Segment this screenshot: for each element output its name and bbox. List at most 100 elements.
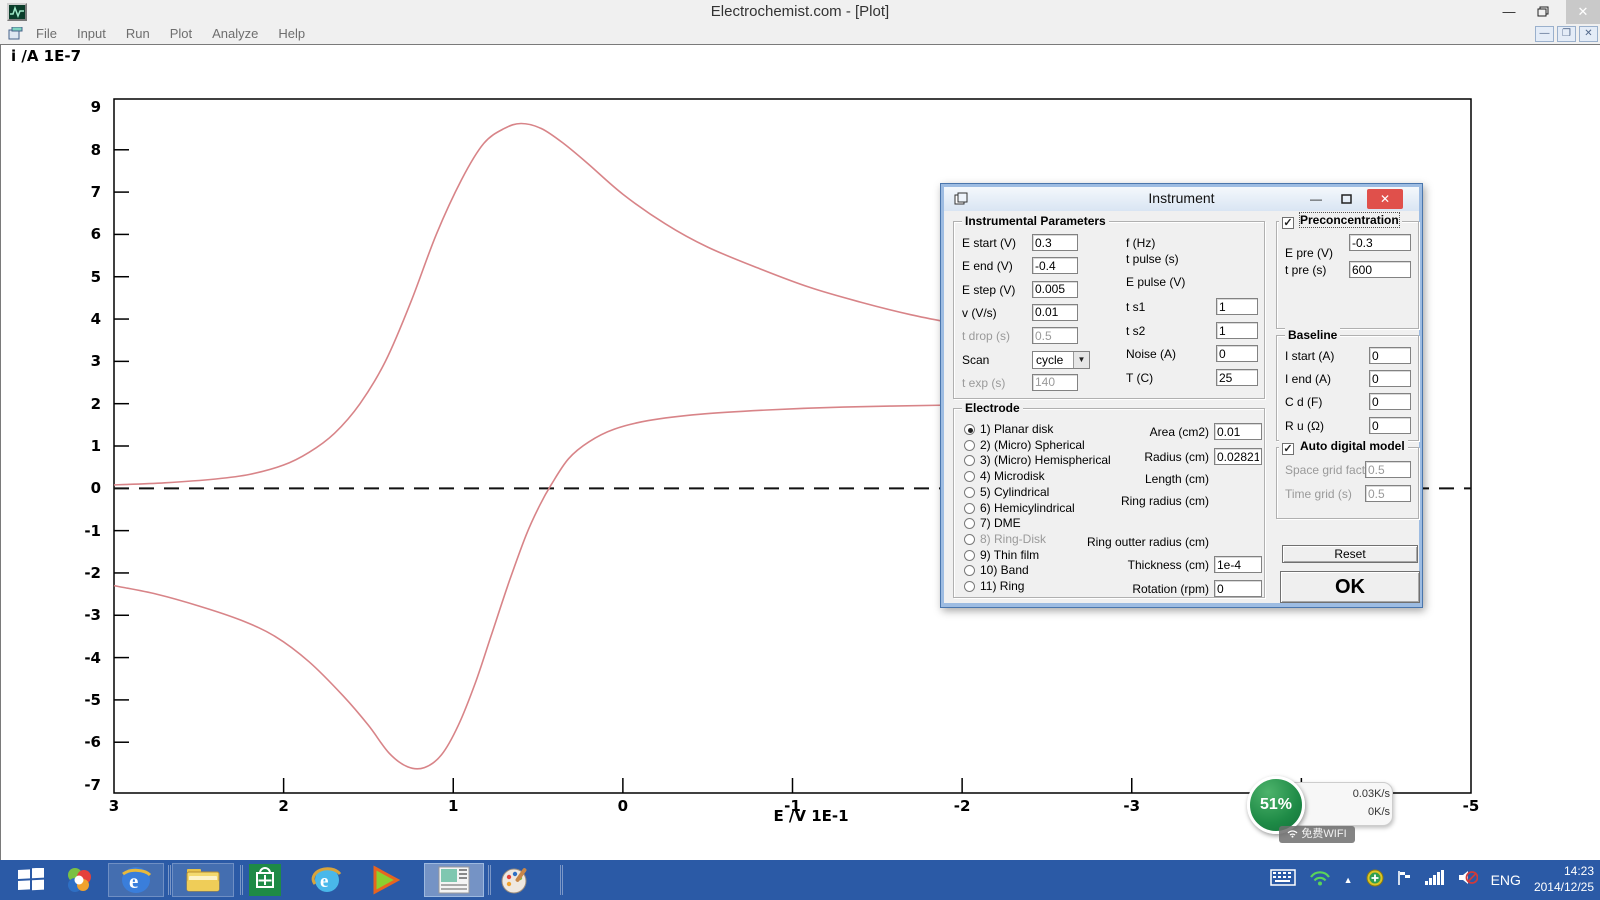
free-wifi-badge[interactable]: 免费WIFI <box>1279 826 1355 843</box>
taskbar-ie-gold-icon[interactable]: e <box>108 863 164 897</box>
preconcentration-checkbox[interactable]: ✓ <box>1282 217 1294 229</box>
electrode-field[interactable] <box>1214 423 1262 440</box>
scan-mode-select[interactable]: cycle▼ <box>1032 351 1090 369</box>
dialog-titlebar[interactable]: Instrument — ✕ <box>944 187 1419 211</box>
param-field[interactable] <box>1032 281 1078 298</box>
electrode-option-label: 8) Ring-Disk <box>980 532 1046 546</box>
show-hidden-icons-chevron[interactable]: ▲ <box>1344 875 1353 885</box>
electrode-option[interactable]: 8) Ring-Disk <box>964 532 1046 546</box>
param-field[interactable] <box>1032 304 1078 321</box>
taskbar-windows-store-icon[interactable] <box>244 863 286 897</box>
electrode-option[interactable]: 6) Hemicylindrical <box>964 501 1075 515</box>
menu-help[interactable]: Help <box>268 24 315 43</box>
auto-digital-checkbox[interactable]: ✓ <box>1282 443 1294 455</box>
electrode-option[interactable]: 1) Planar disk <box>964 422 1053 436</box>
menu-input[interactable]: Input <box>67 24 116 43</box>
electrode-field[interactable] <box>1214 556 1262 573</box>
electrode-field-label: Ring radius (cm) <box>1074 494 1209 508</box>
radio-icon[interactable] <box>964 440 975 451</box>
radio-icon[interactable] <box>964 534 975 545</box>
menu-run[interactable]: Run <box>116 24 160 43</box>
pulse-label: t s2 <box>1126 324 1145 338</box>
electrode-field[interactable] <box>1214 580 1262 597</box>
mdi-close-button[interactable]: ✕ <box>1579 26 1598 42</box>
value-field[interactable] <box>1349 261 1411 278</box>
taskbar-media-player-icon[interactable] <box>364 863 406 897</box>
taskbar-pinwheel-browser-icon[interactable] <box>58 863 100 897</box>
dialog-close-button[interactable]: ✕ <box>1367 189 1403 209</box>
param-field[interactable] <box>1032 257 1078 274</box>
group-title: Instrumental Parameters <box>962 214 1109 228</box>
param-field[interactable] <box>1032 234 1078 251</box>
param-field[interactable] <box>1032 327 1078 344</box>
value-field[interactable] <box>1369 347 1411 364</box>
instrument-dialog: Instrument — ✕ Instrumental Parameters E… <box>940 183 1423 608</box>
menu-analyze[interactable]: Analyze <box>202 24 268 43</box>
value-field[interactable] <box>1369 417 1411 434</box>
radio-icon[interactable] <box>964 518 975 529</box>
param-label: t drop (s) <box>962 329 1010 343</box>
value-field[interactable] <box>1369 393 1411 410</box>
radio-icon[interactable] <box>964 565 975 576</box>
electrode-option[interactable]: 11) Ring <box>964 579 1024 593</box>
chevron-down-icon[interactable]: ▼ <box>1073 352 1089 368</box>
mdi-child-icon[interactable] <box>8 27 23 40</box>
pulse-field[interactable] <box>1216 345 1258 362</box>
menu-plot[interactable]: Plot <box>160 24 202 43</box>
electrode-option[interactable]: 9) Thin film <box>964 548 1039 562</box>
electrode-option[interactable]: 4) Microdisk <box>964 469 1045 483</box>
radio-icon[interactable] <box>964 487 975 498</box>
minimize-button[interactable]: — <box>1492 0 1526 24</box>
radio-icon[interactable] <box>964 550 975 561</box>
field-label: C d (F) <box>1285 395 1322 409</box>
reset-button[interactable]: Reset <box>1282 545 1418 563</box>
radio-icon[interactable] <box>964 424 975 435</box>
radio-icon[interactable] <box>964 581 975 592</box>
taskbar-file-explorer-icon[interactable] <box>172 863 234 897</box>
taskbar-paint-icon[interactable] <box>494 863 536 897</box>
taskbar-start-button[interactable] <box>10 863 52 897</box>
value-field[interactable] <box>1365 461 1411 478</box>
action-center-flag-icon[interactable] <box>1397 870 1412 891</box>
mdi-restore-button[interactable]: ❐ <box>1557 26 1576 42</box>
taskbar-ie-blue-icon[interactable]: e <box>306 863 348 897</box>
electrode-option[interactable]: 10) Band <box>964 563 1029 577</box>
pulse-field[interactable] <box>1216 369 1258 386</box>
antivirus-tray-icon[interactable] <box>1366 869 1384 892</box>
electrode-option[interactable]: 7) DME <box>964 516 1021 530</box>
touch-keyboard-icon[interactable] <box>1270 869 1296 891</box>
signal-bars-icon[interactable] <box>1425 870 1445 890</box>
y-tick-label: -3 <box>61 606 101 624</box>
radio-icon[interactable] <box>964 471 975 482</box>
electrode-option-label: 10) Band <box>980 563 1029 577</box>
pulse-field[interactable] <box>1216 322 1258 339</box>
ok-button[interactable]: OK <box>1280 571 1420 603</box>
param-field[interactable] <box>1032 374 1078 391</box>
electrode-field-label: Area (cm2) <box>1074 425 1209 439</box>
value-field[interactable] <box>1365 485 1411 502</box>
y-tick-label: -4 <box>61 649 101 667</box>
volume-muted-icon[interactable] <box>1458 869 1478 891</box>
value-field[interactable] <box>1349 234 1411 251</box>
pulse-field[interactable] <box>1216 298 1258 315</box>
electrode-option[interactable]: 2) (Micro) Spherical <box>964 438 1085 452</box>
dialog-minimize-button[interactable]: — <box>1305 189 1327 209</box>
value-field[interactable] <box>1369 370 1411 387</box>
electrode-field[interactable] <box>1214 448 1262 465</box>
taskbar-plot-app-icon[interactable] <box>424 863 484 897</box>
menu-file[interactable]: File <box>26 24 67 43</box>
radio-icon[interactable] <box>964 503 975 514</box>
tray-clock[interactable]: 14:23 2014/12/25 <box>1534 864 1594 895</box>
restore-button[interactable] <box>1526 0 1560 24</box>
mdi-minimize-button[interactable]: — <box>1535 26 1554 42</box>
field-label: Time grid (s) <box>1285 487 1352 501</box>
electrode-option[interactable]: 5) Cylindrical <box>964 485 1049 499</box>
preconcentration-header: ✓Preconcentration <box>1279 213 1402 229</box>
param-label: v (V/s) <box>962 306 997 320</box>
radio-icon[interactable] <box>964 455 975 466</box>
pulse-label: f (Hz) <box>1126 236 1155 250</box>
wifi-tray-icon[interactable] <box>1309 870 1331 891</box>
language-indicator[interactable]: ENG <box>1491 872 1521 888</box>
close-button[interactable]: ✕ <box>1566 0 1600 24</box>
dialog-restore-button[interactable] <box>1335 189 1357 209</box>
